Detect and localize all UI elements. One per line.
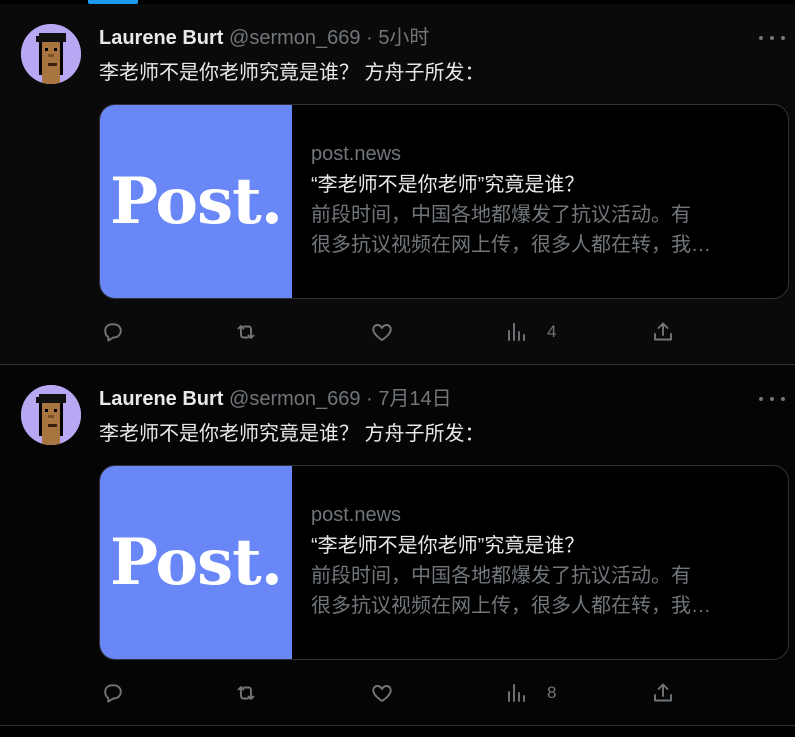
- card-description-line: 很多抗议视频在网上传，很多人都在转，我…: [311, 234, 711, 256]
- share-button[interactable]: [651, 312, 675, 352]
- tweet-actions: 4: [0, 312, 795, 352]
- timestamp[interactable]: 7月14日: [378, 388, 451, 410]
- views-button[interactable]: 4: [505, 312, 556, 352]
- tweet-actions: 8: [0, 673, 795, 713]
- tweet[interactable]: Laurene Burt @sermon_669 · 7月14日 李老师不是你老…: [0, 365, 795, 726]
- views-button[interactable]: 8: [505, 673, 556, 713]
- like-button[interactable]: [370, 312, 394, 352]
- card-title: “李老师不是你老师”究竟是谁？: [311, 535, 585, 557]
- share-icon: [654, 322, 672, 341]
- card-logo: Post.: [110, 525, 283, 600]
- retweet-icon: [237, 325, 255, 339]
- card-description-line: 很多抗议视频在网上传，很多人都在转，我…: [311, 595, 711, 617]
- analytics-icon: [508, 323, 525, 341]
- tweet-text: 李老师不是你老师究竟是谁？ 方舟子所发：: [99, 423, 485, 445]
- separator-dot: ·: [366, 388, 373, 410]
- timestamp[interactable]: 5小时: [378, 27, 429, 49]
- retweet-button[interactable]: [234, 312, 258, 352]
- link-card[interactable]: Post. post.news “李老师不是你老师”究竟是谁？ 前段时间，中国各…: [99, 104, 789, 299]
- card-logo: Post.: [110, 164, 283, 239]
- card-description-line: 前段时间，中国各地都爆发了抗议活动。有: [311, 204, 691, 226]
- share-icon: [654, 683, 672, 702]
- tweet-header: Laurene Burt @sermon_669 · 7月14日: [99, 386, 452, 412]
- retweet-icon: [237, 686, 255, 700]
- views-count: 8: [547, 683, 557, 702]
- tweet-text: 李老师不是你老师究竟是谁？ 方舟子所发：: [99, 62, 485, 84]
- reply-icon: [104, 323, 122, 342]
- like-button[interactable]: [370, 673, 394, 713]
- display-name[interactable]: Laurene Burt: [99, 388, 223, 410]
- reply-button[interactable]: [101, 673, 125, 713]
- link-card[interactable]: Post. post.news “李老师不是你老师”究竟是谁？ 前段时间，中国各…: [99, 465, 789, 660]
- retweet-button[interactable]: [234, 673, 258, 713]
- views-count: 4: [547, 322, 557, 341]
- card-domain: post.news: [311, 504, 402, 526]
- avatar[interactable]: [21, 24, 81, 84]
- more-icon[interactable]: [759, 389, 785, 409]
- card-body: post.news “李老师不是你老师”究竟是谁？ 前段时间，中国各地都爆发了抗…: [311, 502, 774, 621]
- share-button[interactable]: [651, 673, 675, 713]
- user-handle[interactable]: @sermon_669: [229, 388, 360, 410]
- card-description-line: 前段时间，中国各地都爆发了抗议活动。有: [311, 565, 691, 587]
- more-icon[interactable]: [759, 28, 785, 48]
- reply-button[interactable]: [101, 312, 125, 352]
- reply-icon: [104, 684, 122, 703]
- card-body: post.news “李老师不是你老师”究竟是谁？ 前段时间，中国各地都爆发了抗…: [311, 141, 774, 260]
- card-thumbnail: Post.: [100, 466, 292, 659]
- card-domain: post.news: [311, 143, 402, 165]
- card-title: “李老师不是你老师”究竟是谁？: [311, 174, 585, 196]
- analytics-icon: [508, 684, 525, 702]
- display-name[interactable]: Laurene Burt: [99, 27, 223, 49]
- separator-dot: ·: [366, 27, 373, 49]
- heart-icon: [372, 324, 392, 341]
- card-thumbnail: Post.: [100, 105, 292, 298]
- user-handle[interactable]: @sermon_669: [229, 27, 360, 49]
- heart-icon: [372, 685, 392, 702]
- tweet[interactable]: Laurene Burt @sermon_669 · 5小时 李老师不是你老师究…: [0, 4, 795, 365]
- avatar[interactable]: [21, 385, 81, 445]
- tweet-header: Laurene Burt @sermon_669 · 5小时: [99, 25, 429, 51]
